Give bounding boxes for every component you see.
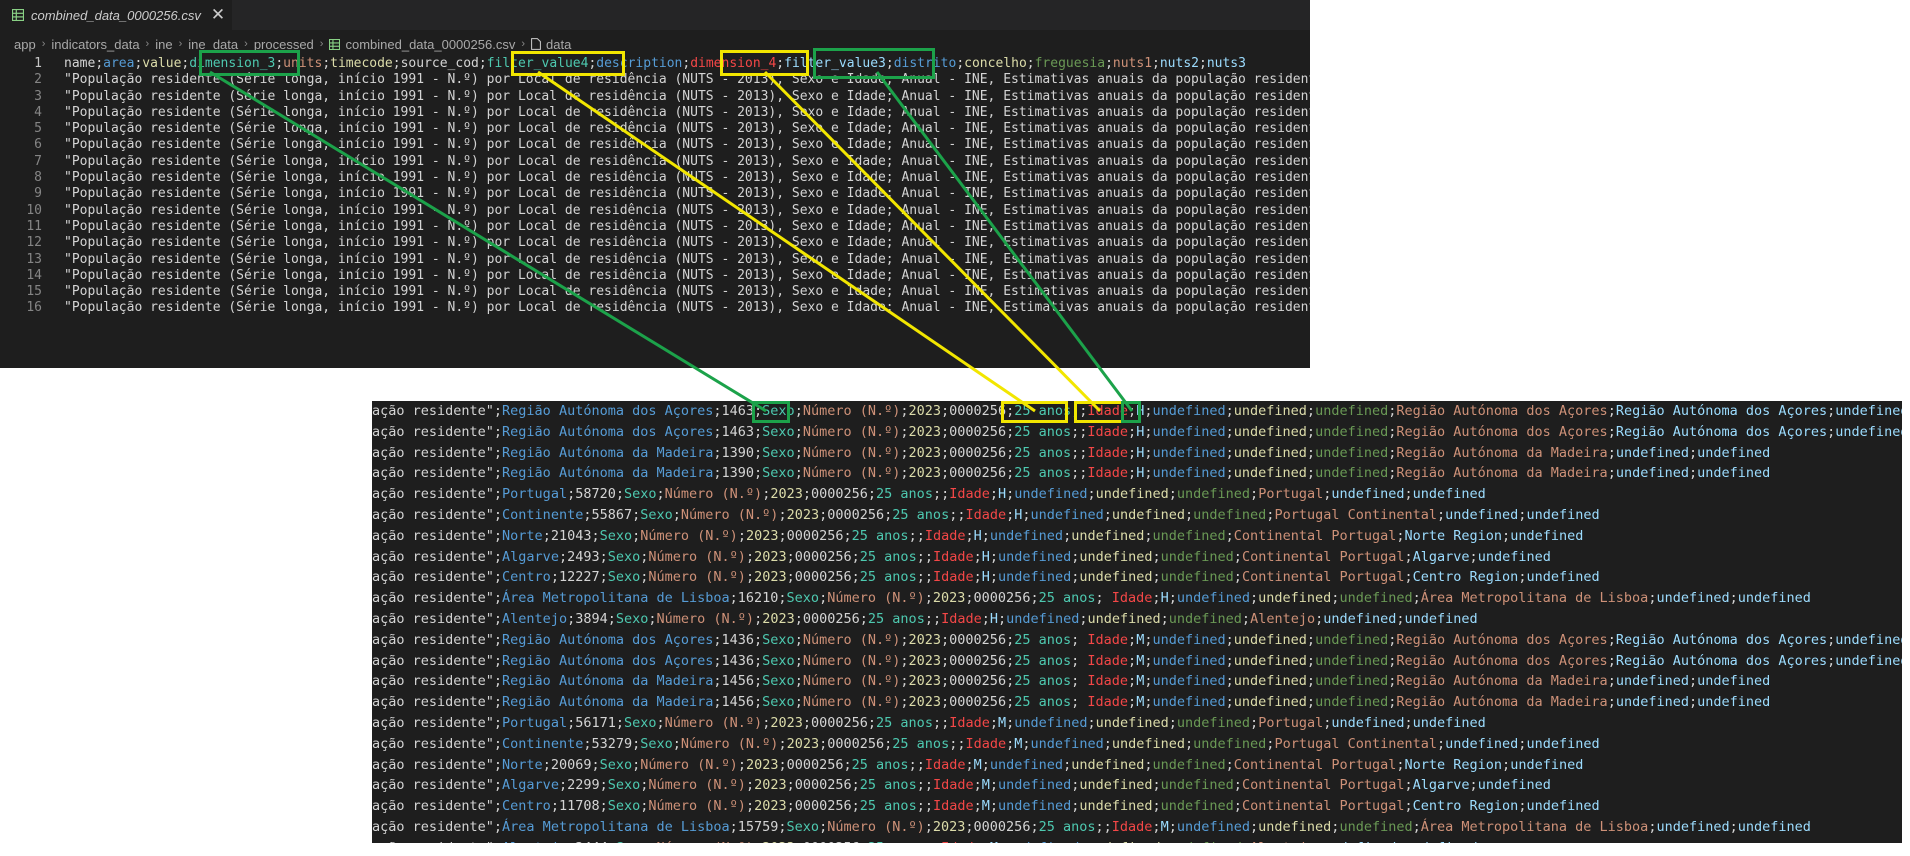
callout-h-value bbox=[1121, 401, 1141, 423]
callout-idade-value bbox=[1074, 401, 1124, 423]
callout-sexo-value bbox=[752, 401, 790, 423]
callout-dimension-3 bbox=[199, 50, 300, 76]
callout-dimension-4 bbox=[720, 50, 809, 76]
callout-filter-value3 bbox=[813, 48, 935, 79]
connector-filter-value4 bbox=[537, 70, 1036, 413]
connector-dimension-4 bbox=[763, 70, 1102, 413]
connector-filter-value3 bbox=[875, 71, 1134, 412]
callout-connectors bbox=[209, 70, 1134, 413]
connector-dimension-3 bbox=[209, 70, 767, 413]
callout-filter-value4 bbox=[511, 51, 625, 76]
callout-25-anos-value bbox=[1001, 401, 1068, 423]
